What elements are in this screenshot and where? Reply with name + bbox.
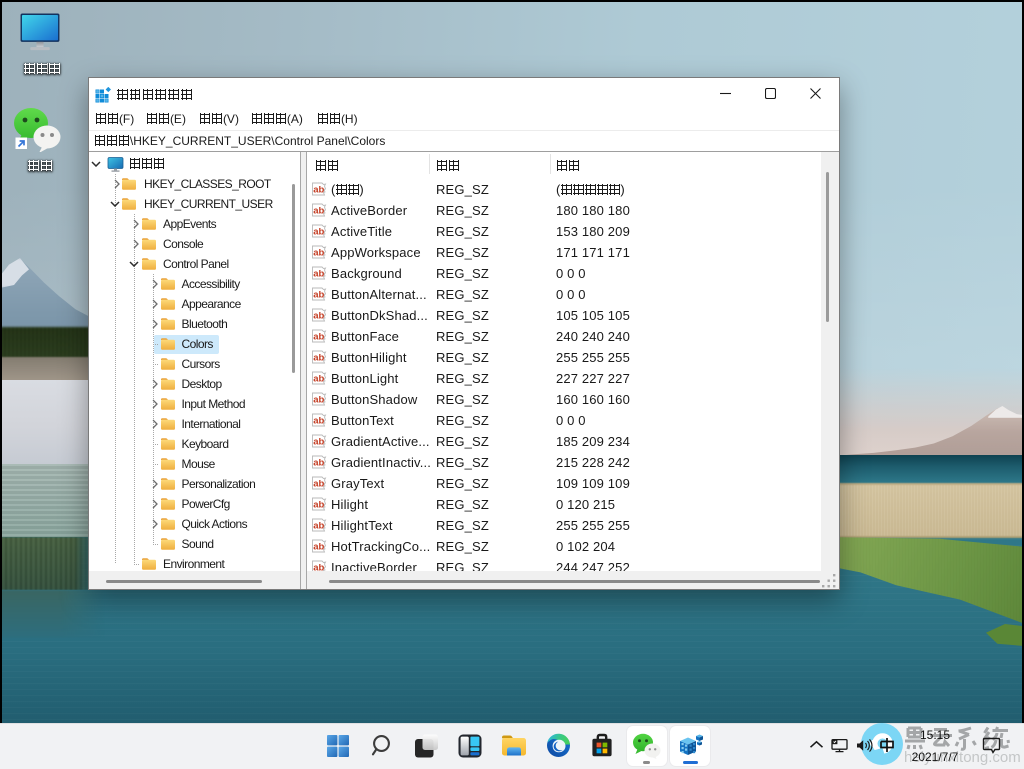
svg-text:ab: ab [313, 521, 324, 532]
svg-text:ab: ab [313, 269, 324, 280]
svg-text:ab: ab [313, 500, 324, 511]
svg-text:ab: ab [313, 185, 324, 196]
svg-text:ab: ab [313, 332, 324, 343]
svg-text:ab: ab [313, 311, 324, 322]
svg-text:ab: ab [313, 374, 324, 385]
svg-text:ab: ab [313, 395, 324, 406]
svg-text:ab: ab [313, 206, 324, 217]
svg-text:ab: ab [313, 479, 324, 490]
svg-text:ab: ab [313, 563, 324, 572]
svg-text:ab: ab [313, 290, 324, 301]
svg-text:ab: ab [313, 353, 324, 364]
svg-text:ab: ab [313, 458, 324, 469]
svg-text:ab: ab [313, 437, 324, 448]
svg-text:ab: ab [313, 248, 324, 259]
svg-text:ab: ab [313, 227, 324, 238]
svg-text:ab: ab [313, 416, 324, 427]
svg-text:ab: ab [313, 542, 324, 553]
